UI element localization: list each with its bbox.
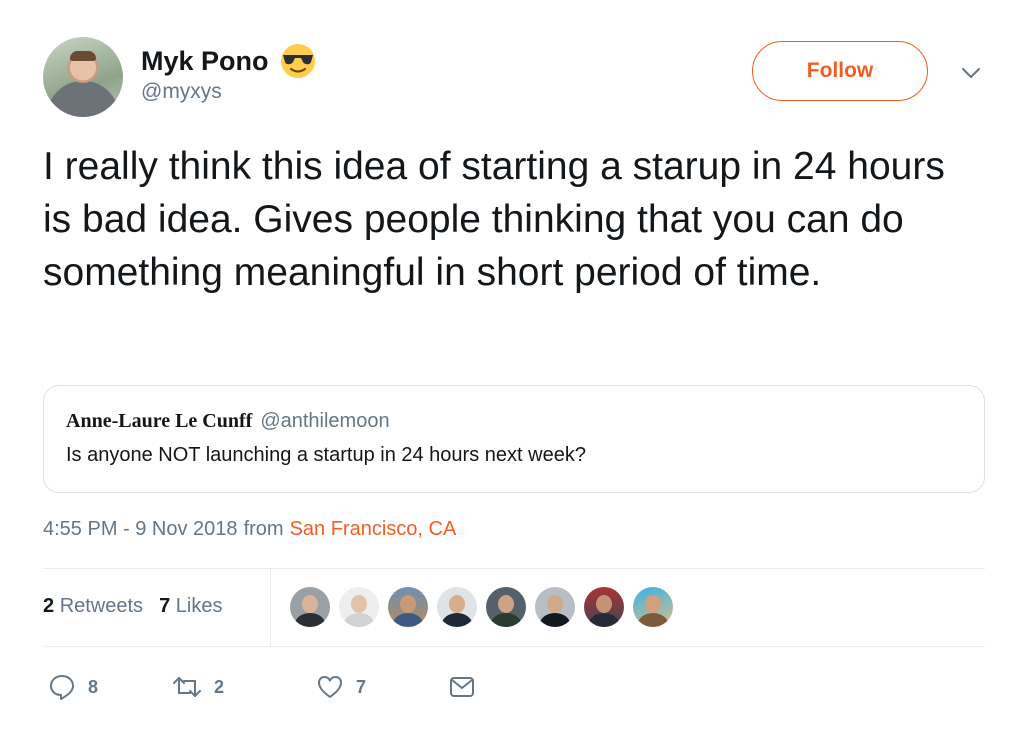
quoted-tweet-header: Anne-Laure Le Cunff @anthilemoon xyxy=(66,410,390,433)
author-name-line: Myk Pono xyxy=(141,42,317,80)
tweet-timestamp[interactable]: 4:55 PM - 9 Nov 2018 xyxy=(43,518,238,541)
from-label: from xyxy=(243,518,284,540)
retweets-stat[interactable]: 2 Retweets xyxy=(43,595,143,618)
retweet-icon xyxy=(173,677,201,697)
direct-message-action[interactable] xyxy=(448,674,476,700)
liker-avatar[interactable] xyxy=(486,587,526,627)
tweet-actions: 8 2 7 xyxy=(48,673,476,701)
like-action[interactable]: 7 xyxy=(316,673,448,701)
stats-divider-bottom xyxy=(43,646,985,647)
likes-count: 7 xyxy=(159,595,171,617)
tweet-text: I really think this idea of starting a s… xyxy=(43,145,945,294)
likes-stat[interactable]: 7 Likes xyxy=(159,595,222,618)
likes-label: Likes xyxy=(175,595,223,617)
author-handle[interactable]: @myxys xyxy=(141,80,222,104)
liker-avatar[interactable] xyxy=(633,587,673,627)
avatar-hair xyxy=(70,51,96,61)
reply-icon xyxy=(50,675,74,700)
quoted-tweet-text: Is anyone NOT launching a startup in 24 … xyxy=(66,444,586,466)
envelope-icon xyxy=(450,677,474,697)
author-avatar[interactable] xyxy=(43,37,123,117)
author-display-name[interactable]: Myk Pono xyxy=(141,46,269,77)
tweet-stats: 2 Retweets 7 Likes xyxy=(43,595,222,618)
heart-icon xyxy=(318,676,342,698)
retweets-count: 2 xyxy=(43,595,55,617)
quoted-author-name: Anne-Laure Le Cunff xyxy=(66,410,253,432)
stats-vertical-divider xyxy=(270,568,271,646)
liker-avatar[interactable] xyxy=(339,587,379,627)
retweet-action[interactable]: 2 xyxy=(172,673,316,701)
liker-avatar[interactable] xyxy=(535,587,575,627)
liker-avatar[interactable] xyxy=(584,587,624,627)
sunglasses-emoji-icon xyxy=(279,42,317,80)
liker-avatar[interactable] xyxy=(388,587,428,627)
stats-divider-top xyxy=(43,568,985,569)
liker-avatar[interactable] xyxy=(290,587,330,627)
quoted-author-handle: @anthilemoon xyxy=(260,410,390,432)
liker-avatar[interactable] xyxy=(437,587,477,627)
like-count: 7 xyxy=(356,676,367,697)
retweets-label: Retweets xyxy=(59,595,144,617)
liker-avatars xyxy=(290,587,673,627)
tweet-location[interactable]: San Francisco, CA xyxy=(290,518,457,541)
follow-button[interactable]: Follow xyxy=(752,41,928,101)
quoted-tweet-card[interactable]: Anne-Laure Le Cunff @anthilemoon Is anyo… xyxy=(43,385,985,493)
chevron-down-icon[interactable] xyxy=(958,63,984,83)
tweet-meta: 4:55 PM - 9 Nov 2018 from San Francisco,… xyxy=(43,518,456,541)
retweet-count: 2 xyxy=(214,676,225,697)
reply-count: 8 xyxy=(88,676,99,697)
reply-action[interactable]: 8 xyxy=(48,673,172,701)
